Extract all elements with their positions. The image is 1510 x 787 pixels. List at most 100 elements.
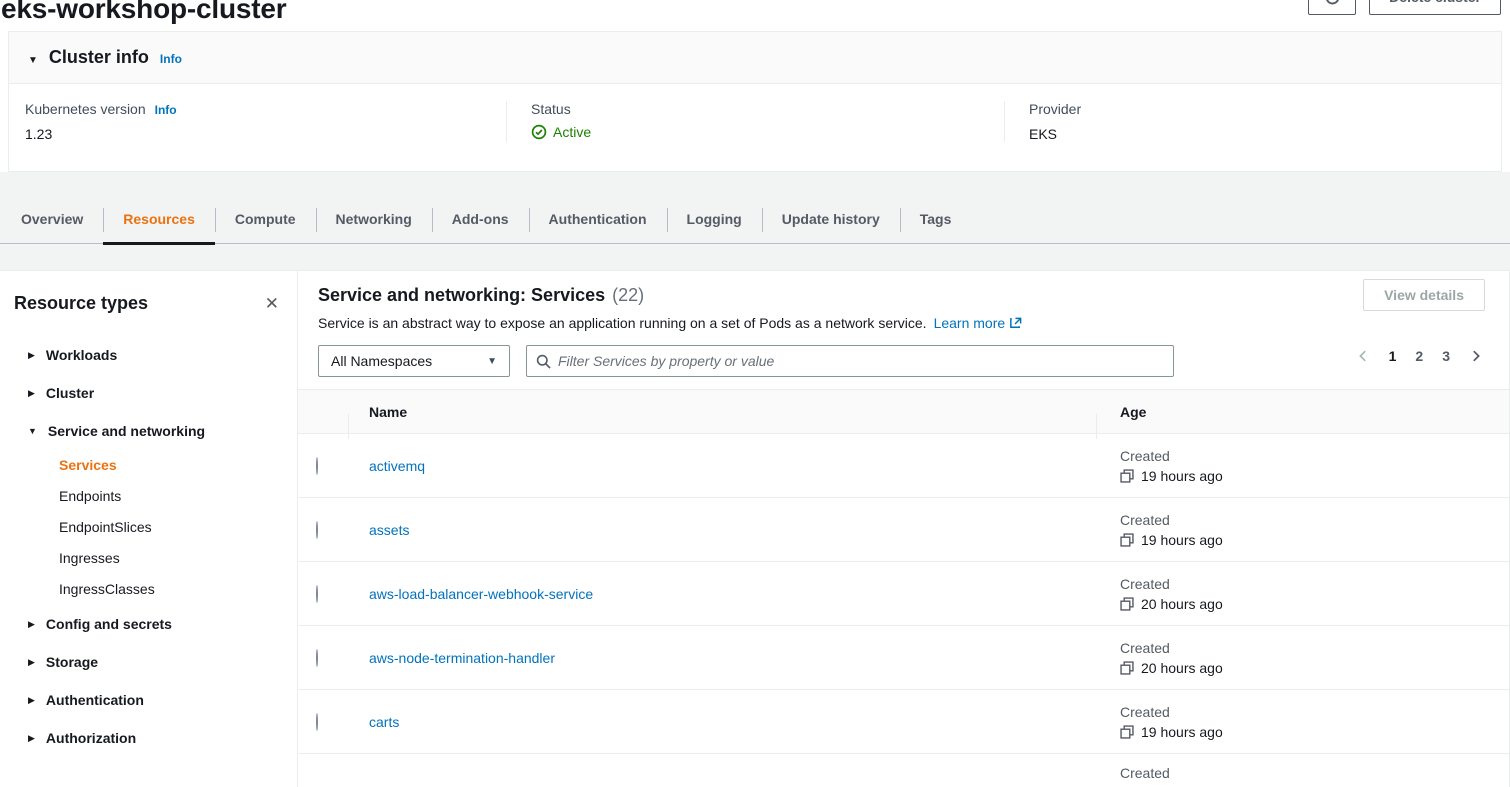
tab-update-history[interactable]: Update history [762,197,900,243]
sidebar-group-label: Authorization [46,730,136,746]
row-radio-button[interactable] [316,457,318,475]
chevron-down-icon: ▼ [28,426,37,436]
service-link-aws-load-balancer-webhook-service[interactable]: aws-load-balancer-webhook-service [369,586,593,602]
pagination: 1 2 3 [1356,348,1483,364]
header-actions: Delete cluster [1308,0,1501,15]
kubernetes-version-label: Kubernetes version [25,101,146,117]
tab-add-ons[interactable]: Add-ons [432,197,529,243]
sidebar-item-services[interactable]: Services [14,450,281,481]
created-label: Created [1120,512,1509,528]
table-row: assets Created 19 hours ago [298,498,1509,562]
copy-icon[interactable] [1120,469,1134,483]
row-radio-button[interactable] [316,521,318,539]
tab-networking[interactable]: Networking [316,197,432,243]
tab-authentication[interactable]: Authentication [529,197,667,243]
row-radio-button[interactable] [316,585,318,603]
service-link-aws-node-termination-handler[interactable]: aws-node-termination-handler [369,650,555,666]
namespace-select[interactable]: All Namespaces ▼ [318,345,510,377]
age-value: 19 hours ago [1141,468,1223,484]
delete-cluster-label: Delete cluster [1389,0,1481,5]
provider-field: Provider EKS [1004,101,1501,142]
expand-collapse-icon: ▼ [28,55,38,66]
tab-logging[interactable]: Logging [667,197,762,243]
search-input[interactable] [558,353,1164,369]
refresh-icon [1324,0,1341,6]
sidebar-group-cluster[interactable]: ▶ Cluster [14,374,281,412]
tab-tags[interactable]: Tags [900,197,972,243]
search-icon [536,354,551,369]
chevron-right-icon: ▶ [28,350,35,361]
view-details-label: View details [1384,287,1464,303]
provider-label: Provider [1029,101,1081,117]
services-section-title: Service and networking: Services [318,285,605,306]
tab-overview[interactable]: Overview [1,197,103,243]
sidebar-group-storage[interactable]: ▶ Storage [14,643,281,681]
external-link-icon [1009,317,1022,330]
page-number-2[interactable]: 2 [1415,348,1423,364]
sidebar-item-ingressclasses[interactable]: IngressClasses [14,574,281,605]
sidebar-item-endpointslices[interactable]: EndpointSlices [14,512,281,543]
close-icon[interactable]: ✕ [263,293,281,314]
chevron-right-icon: ▶ [28,695,35,706]
refresh-button[interactable] [1308,0,1356,15]
table-row: carts Created 19 hours ago [298,690,1509,754]
previous-page-icon[interactable] [1356,349,1370,363]
sidebar-group-authentication[interactable]: ▶ Authentication [14,681,281,719]
status-field: Status Active [506,101,1004,142]
service-link-assets[interactable]: assets [369,522,409,538]
tab-resources[interactable]: Resources [103,197,215,243]
cluster-info-header[interactable]: ▼ Cluster info Info [9,32,1501,83]
services-table: Name Age activemq Created 19 hours ago [298,389,1509,787]
sidebar-group-label: Authentication [46,692,144,708]
table-header: Name Age [298,389,1509,434]
services-count: (22) [612,285,644,306]
created-label: Created [1120,448,1509,464]
table-row: activemq Created 19 hours ago [298,434,1509,498]
view-details-button[interactable]: View details [1363,279,1485,311]
cluster-name-title: eks-workshop-cluster [1,0,1510,25]
content-area: Overview Resources Compute Networking Ad… [0,172,1510,787]
row-radio-button[interactable] [316,649,318,667]
next-page-icon[interactable] [1469,349,1483,363]
page-number-1[interactable]: 1 [1389,348,1397,364]
cluster-tabs: Overview Resources Compute Networking Ad… [0,197,1510,244]
kubernetes-version-info-link[interactable]: Info [155,103,177,117]
kubernetes-version-value: 1.23 [25,126,506,142]
sidebar-group-service-and-networking[interactable]: ▼ Service and networking [14,412,281,450]
age-value: 20 hours ago [1141,596,1223,612]
sidebar-group-label: Config and secrets [46,616,172,632]
sidebar-item-ingresses[interactable]: Ingresses [14,543,281,574]
resource-type-tree: ▶ Workloads ▶ Cluster ▼ Service and netw… [14,336,281,757]
created-label: Created [1120,576,1509,592]
learn-more-label: Learn more [934,315,1006,331]
row-radio-button[interactable] [316,713,318,731]
created-label: Created [1120,704,1509,720]
kubernetes-version-field: Kubernetes version Info 1.23 [9,101,506,142]
column-header-name[interactable]: Name [348,404,1096,420]
services-description: Service is an abstract way to expose an … [318,315,927,331]
copy-icon[interactable] [1120,597,1134,611]
cluster-info-info-link[interactable]: Info [160,52,182,66]
chevron-right-icon: ▶ [28,619,35,630]
learn-more-link[interactable]: Learn more [934,315,1023,331]
sidebar-item-endpoints[interactable]: Endpoints [14,481,281,512]
provider-value: EKS [1029,126,1501,142]
sidebar-group-authorization[interactable]: ▶ Authorization [14,719,281,757]
sidebar-group-config-and-secrets[interactable]: ▶ Config and secrets [14,605,281,643]
sidebar-group-label: Workloads [46,347,117,363]
status-label: Status [531,101,571,117]
copy-icon[interactable] [1120,661,1134,675]
page-number-3[interactable]: 3 [1442,348,1450,364]
age-value: 19 hours ago [1141,532,1223,548]
table-row-partial: Created [298,754,1509,787]
delete-cluster-button[interactable]: Delete cluster [1369,0,1501,15]
copy-icon[interactable] [1120,533,1134,547]
age-value: 19 hours ago [1141,724,1223,740]
table-row: aws-load-balancer-webhook-service Create… [298,562,1509,626]
copy-icon[interactable] [1120,725,1134,739]
service-link-carts[interactable]: carts [369,714,399,730]
column-header-age[interactable]: Age [1096,404,1509,420]
sidebar-group-workloads[interactable]: ▶ Workloads [14,336,281,374]
tab-compute[interactable]: Compute [215,197,316,243]
service-link-activemq[interactable]: activemq [369,458,425,474]
